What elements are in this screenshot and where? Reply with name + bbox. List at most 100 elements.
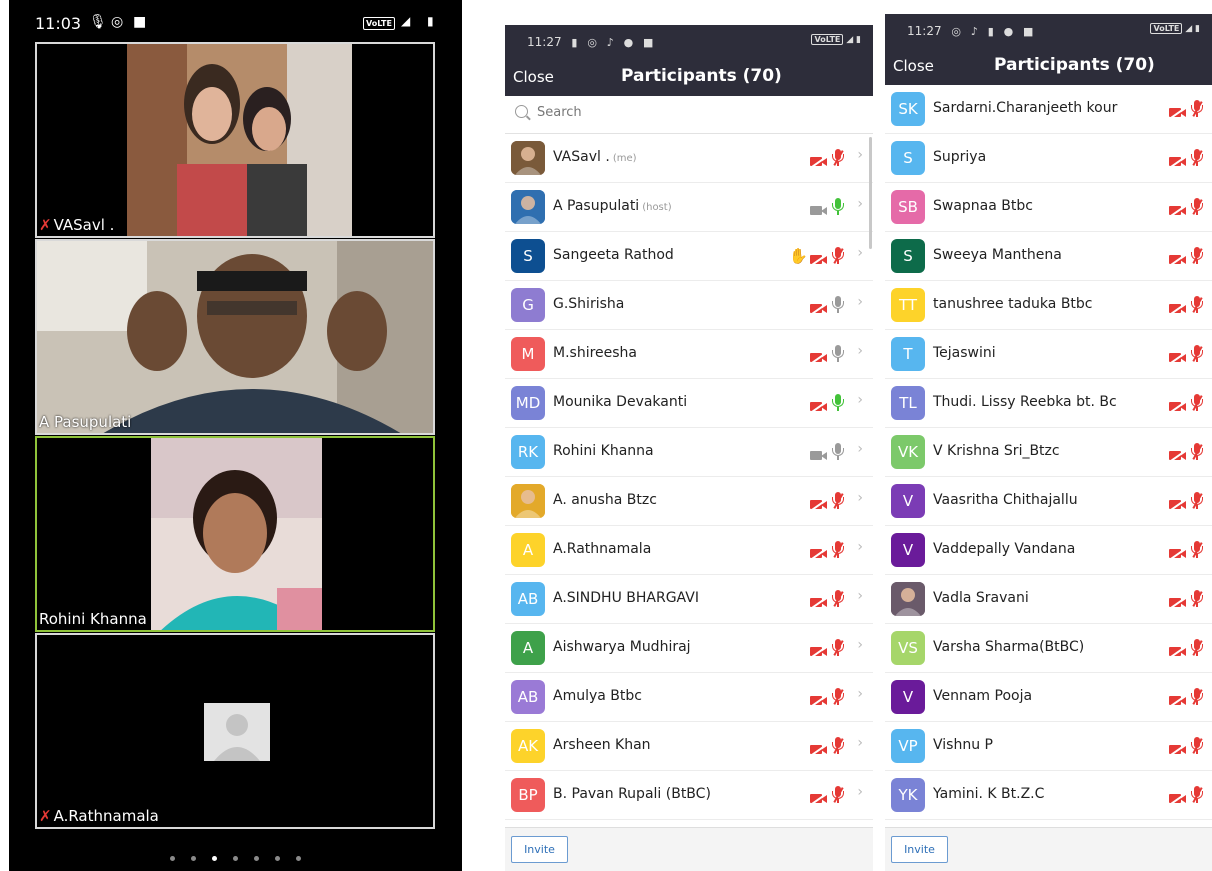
participant-name: Arsheen Khan [553, 737, 651, 753]
av-status-icons [809, 688, 845, 709]
avatar: AB [511, 680, 545, 714]
video-off-icon [809, 546, 829, 562]
participant-row[interactable]: AK Arsheen Khan › [505, 722, 873, 771]
av-status-icons [809, 492, 845, 513]
participant-row[interactable]: A Pasupulati (host) › [505, 183, 873, 232]
video-tile-active[interactable]: Rohini Khanna [35, 436, 435, 632]
participant-row[interactable]: VP Vishnu P [885, 722, 1212, 771]
video-tile[interactable]: ✗ VASavl . [35, 42, 435, 238]
participant-row[interactable]: G G.Shirisha › [505, 281, 873, 330]
participant-row[interactable]: Vadla Sravani [885, 575, 1212, 624]
video-off-icon [1168, 105, 1188, 121]
search-icon [515, 105, 528, 118]
participant-row[interactable]: RK Rohini Khanna › [505, 428, 873, 477]
chevron-right-icon[interactable]: › [857, 196, 863, 212]
participant-row[interactable]: S Sangeeta Rathod ✋ › [505, 232, 873, 281]
avatar: TT [891, 288, 925, 322]
participant-row[interactable]: V Vennam Pooja [885, 673, 1212, 722]
chevron-right-icon[interactable]: › [857, 392, 863, 408]
participant-row[interactable]: VK V Krishna Sri_Btzc [885, 428, 1212, 477]
chevron-right-icon[interactable]: › [857, 441, 863, 457]
video-off-icon [1168, 154, 1188, 170]
participant-row[interactable]: AB A.SINDHU BHARGAVI › [505, 575, 873, 624]
participant-row[interactable]: SK Sardarni.Charanjeeth kour [885, 85, 1212, 134]
whatsapp-icon: ◎ [111, 14, 124, 30]
participant-row[interactable]: VS Varsha Sharma(BtBC) [885, 624, 1212, 673]
page-indicator[interactable] [9, 848, 462, 866]
participant-name: Vishnu P [933, 737, 993, 753]
video-off-icon [809, 154, 829, 170]
close-button[interactable]: Close [893, 57, 934, 75]
avatar-photo [891, 582, 925, 616]
av-status-icons [1168, 345, 1204, 366]
participant-row[interactable]: MD Mounika Devakanti › [505, 379, 873, 428]
video-status-icon: ■ [643, 36, 654, 49]
chevron-right-icon[interactable]: › [857, 588, 863, 604]
search-bar[interactable] [505, 96, 873, 134]
mic-muted-icon [831, 688, 845, 706]
tile-name-label: Rohini Khanna [39, 610, 147, 628]
avatar: VS [891, 631, 925, 665]
participant-row[interactable]: S Supriya [885, 134, 1212, 183]
video-off-icon [809, 693, 829, 709]
mic-muted-icon [1190, 443, 1204, 461]
chevron-right-icon[interactable]: › [857, 735, 863, 751]
video-off-icon [1168, 791, 1188, 807]
participant-row[interactable]: A A.Rathnamala › [505, 526, 873, 575]
video-off-icon [1168, 742, 1188, 758]
video-on-icon [810, 449, 828, 461]
invite-button[interactable]: Invite [511, 836, 568, 863]
participant-row[interactable]: YK Yamini. K Bt.Z.C [885, 771, 1212, 820]
chevron-right-icon[interactable]: › [857, 784, 863, 800]
participant-row[interactable]: BP B. Pavan Rupali (BtBC) › [505, 771, 873, 820]
video-tile[interactable]: ✗ A.Rathnamala [35, 633, 435, 829]
chevron-right-icon[interactable]: › [857, 245, 863, 261]
avatar: YK [891, 778, 925, 812]
video-off-icon [1168, 693, 1188, 709]
chevron-right-icon[interactable]: › [857, 539, 863, 555]
avatar: V [891, 484, 925, 518]
close-button[interactable]: Close [513, 68, 554, 86]
participant-row[interactable]: V Vaasritha Chithajallu [885, 477, 1212, 526]
avatar: A [511, 533, 545, 567]
participant-name: Tejaswini [933, 345, 996, 361]
avatar: TL [891, 386, 925, 420]
participant-row[interactable]: AB Amulya Btbc › [505, 673, 873, 722]
chevron-right-icon[interactable]: › [857, 294, 863, 310]
video-status-icon: ■ [133, 14, 147, 30]
participant-row[interactable]: A Aishwarya Mudhiraj › [505, 624, 873, 673]
video-tile[interactable]: A Pasupulati [35, 239, 435, 435]
participant-row[interactable]: S Sweeya Manthena [885, 232, 1212, 281]
invite-button[interactable]: Invite [891, 836, 948, 863]
av-status-icons [809, 590, 845, 611]
mic-muted-icon [1190, 590, 1204, 608]
mic-muted-icon: ✗ [39, 807, 52, 825]
scrollbar[interactable] [869, 137, 872, 249]
chevron-right-icon[interactable]: › [857, 343, 863, 359]
chevron-right-icon[interactable]: › [857, 490, 863, 506]
participant-row[interactable]: SB Swapnaa Btbc [885, 183, 1212, 232]
video-gallery-screen: 11:03 🎙 ◎ ■ VoLTE ◢ ▮ ✗ VASavl . A Pasup… [9, 0, 462, 871]
battery-saver-icon: ▮ [571, 36, 578, 49]
role-tag: (host) [642, 202, 672, 213]
mic-muted-icon [831, 149, 845, 167]
participant-row[interactable]: TT tanushree taduka Btbc [885, 281, 1212, 330]
participant-row[interactable]: TL Thudi. Lissy Reebka bt. Bc [885, 379, 1212, 428]
participant-row[interactable]: VASavl . (me) › [505, 134, 873, 183]
participant-row[interactable]: A. anusha Btzc › [505, 477, 873, 526]
search-input[interactable] [535, 104, 739, 121]
chevron-right-icon[interactable]: › [857, 637, 863, 653]
avatar: V [891, 680, 925, 714]
participant-row[interactable]: T Tejaswini [885, 330, 1212, 379]
status-bar: 11:03 🎙 ◎ ■ VoLTE ◢ ▮ [9, 0, 462, 42]
video-off-icon [809, 252, 829, 268]
chevron-right-icon[interactable]: › [857, 147, 863, 163]
mic-muted-icon [1190, 247, 1204, 265]
mic-icon [831, 345, 845, 363]
participant-row[interactable]: M M.shireesha › [505, 330, 873, 379]
raised-hand-icon: ✋ [789, 247, 808, 265]
chevron-right-icon[interactable]: › [857, 686, 863, 702]
participant-row[interactable]: V Vaddepally Vandana [885, 526, 1212, 575]
video-off-icon [809, 301, 829, 317]
video-off-icon [809, 350, 829, 366]
